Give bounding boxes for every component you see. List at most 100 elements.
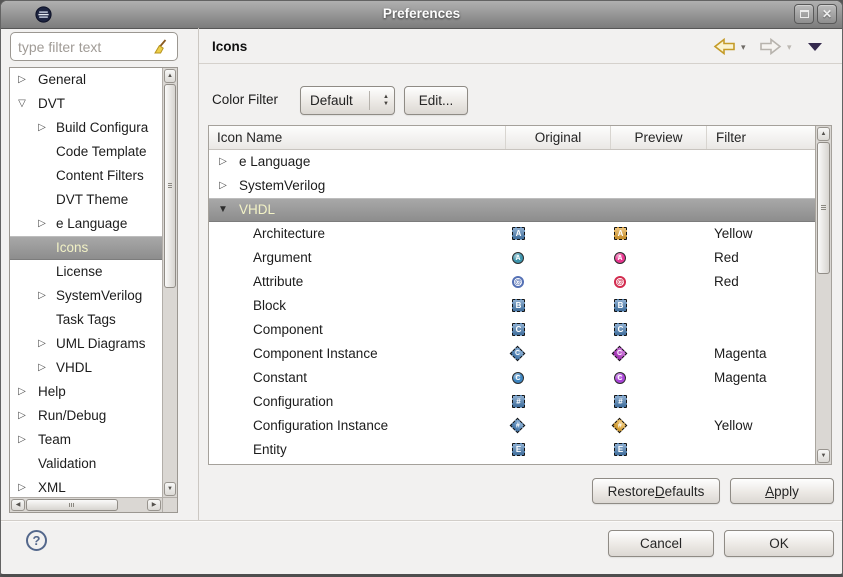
- titlebar[interactable]: Preferences ✕: [1, 1, 842, 29]
- filter-value: Magenta: [714, 366, 767, 390]
- sidebar-item-label: UML Diagrams: [56, 332, 146, 356]
- sidebar-item-run-debug[interactable]: ▷Run/Debug: [10, 404, 162, 428]
- table-row-vhdl[interactable]: ▼ VHDL: [209, 198, 815, 222]
- table-row-constant[interactable]: ConstantCCMagenta: [209, 366, 815, 390]
- chevron-down-icon[interactable]: ▾: [741, 43, 746, 52]
- cancel-button[interactable]: Cancel: [608, 530, 714, 557]
- maximize-button[interactable]: [794, 4, 814, 24]
- sidebar-item-help[interactable]: ▷Help: [10, 380, 162, 404]
- sidebar-item-license[interactable]: License: [10, 260, 162, 284]
- expanded-expander-icon[interactable]: ▼: [215, 198, 231, 222]
- chevron-down-icon: ▾: [787, 43, 792, 52]
- preferences-tree-rows: ▷ General▽DVT▷Build ConfiguraCode Templat…: [10, 68, 162, 497]
- sidebar-item-e-language[interactable]: ▷e Language: [10, 212, 162, 236]
- footer-separator: [1, 520, 842, 521]
- filter-value: Yellow: [714, 414, 753, 438]
- collapsed-expander-icon[interactable]: ▷: [14, 404, 30, 428]
- icon-name-label: Argument: [253, 246, 312, 270]
- broom-icon[interactable]: [152, 38, 169, 55]
- collapsed-expander-icon[interactable]: ▷: [34, 284, 50, 308]
- help-button[interactable]: ?: [26, 530, 47, 551]
- button-label: Restore: [608, 484, 655, 499]
- sidebar-item-systemverilog[interactable]: ▷SystemVerilog: [10, 284, 162, 308]
- sidebar-item-validation[interactable]: Validation: [10, 452, 162, 476]
- table-row-component[interactable]: ComponentCC: [209, 318, 815, 342]
- table-row-attribute[interactable]: Attribute@@Red: [209, 270, 815, 294]
- table-row-component-instance[interactable]: Component InstanceCCMagenta: [209, 342, 815, 366]
- table-vertical-scrollbar[interactable]: ▲ ▼: [815, 126, 831, 464]
- sidebar-item-code-template[interactable]: Code Template: [10, 140, 162, 164]
- icon-name-label: Component Instance: [253, 342, 378, 366]
- scrollbar-thumb[interactable]: [26, 499, 118, 511]
- icon-name-label: Block: [253, 294, 286, 318]
- ok-button[interactable]: OK: [724, 530, 834, 557]
- collapsed-expander-icon[interactable]: ▷: [34, 332, 50, 356]
- thumb-grip: [821, 205, 826, 210]
- sidebar-item-label: Validation: [38, 452, 96, 476]
- scrollbar-thumb[interactable]: [164, 84, 176, 288]
- sidebar-item-label: General: [38, 68, 86, 92]
- component-orig-icon: C: [512, 323, 525, 336]
- collapsed-expander-icon[interactable]: ▷: [34, 356, 50, 380]
- expanded-expander-icon[interactable]: ▽: [14, 92, 30, 116]
- icons-table-body: ▷e Language▷SystemVerilog▼ VHDLArchitectu…: [209, 150, 815, 464]
- table-row-configuration-instance[interactable]: Configuration Instance##Yellow: [209, 414, 815, 438]
- constant-orig-icon: C: [512, 372, 524, 384]
- table-row-entity[interactable]: EntityEE: [209, 438, 815, 462]
- collapsed-expander-icon[interactable]: ▷: [14, 380, 30, 404]
- table-row-systemverilog[interactable]: ▷SystemVerilog: [209, 174, 815, 198]
- icon-name-label: Attribute: [253, 270, 303, 294]
- color-filter-value: Default: [310, 93, 353, 108]
- group-label: VHDL: [239, 198, 275, 222]
- collapsed-expander-icon[interactable]: ▷: [34, 116, 50, 140]
- panel-divider[interactable]: [198, 28, 199, 520]
- apply-button[interactable]: Apply: [730, 478, 834, 504]
- table-row-e-language[interactable]: ▷e Language: [209, 150, 815, 174]
- sidebar-item-xml[interactable]: ▷XML: [10, 476, 162, 497]
- attribute-orig-icon: @: [512, 276, 524, 288]
- sidebar-item-icons[interactable]: Icons: [10, 236, 162, 260]
- table-row-configuration[interactable]: Configuration##: [209, 390, 815, 414]
- sidebar-item-team[interactable]: ▷Team: [10, 428, 162, 452]
- edit-button[interactable]: Edit...: [404, 86, 468, 115]
- scroll-down-icon[interactable]: ▼: [817, 449, 830, 463]
- table-row-architecture[interactable]: ArchitectureAAYellow: [209, 222, 815, 246]
- scrollbar-thumb[interactable]: [817, 142, 830, 274]
- page-title: Icons: [212, 39, 247, 54]
- table-row-block[interactable]: BlockBB: [209, 294, 815, 318]
- sidebar-item-label: Content Filters: [56, 164, 144, 188]
- scroll-up-icon[interactable]: ▲: [817, 127, 830, 141]
- color-filter-select[interactable]: Default ▲▼: [300, 86, 395, 115]
- tree-horizontal-scrollbar[interactable]: ◀ ▶: [10, 497, 162, 512]
- sidebar-item-dvt[interactable]: ▽DVT: [10, 92, 162, 116]
- collapsed-expander-icon[interactable]: ▷: [14, 476, 30, 497]
- scroll-left-icon[interactable]: ◀: [11, 499, 25, 511]
- collapsed-expander-icon[interactable]: ▷: [14, 68, 30, 92]
- sidebar-item-build-configura[interactable]: ▷Build Configura: [10, 116, 162, 140]
- sidebar-item-label: VHDL: [56, 356, 92, 380]
- back-arrow-icon[interactable]: [712, 38, 737, 55]
- restore-defaults-button[interactable]: Restore Defaults: [592, 478, 720, 504]
- preferences-tree: ▷ General▽DVT▷Build ConfiguraCode Templat…: [9, 67, 178, 513]
- sidebar-item-task-tags[interactable]: Task Tags: [10, 308, 162, 332]
- sidebar-item-uml-diagrams[interactable]: ▷UML Diagrams: [10, 332, 162, 356]
- sidebar-item-dvt-theme[interactable]: DVT Theme: [10, 188, 162, 212]
- tree-vertical-scrollbar[interactable]: ▲ ▼: [162, 68, 177, 497]
- scroll-up-icon[interactable]: ▲: [164, 69, 176, 83]
- sidebar-item-vhdl[interactable]: ▷VHDL: [10, 356, 162, 380]
- view-menu-icon[interactable]: [808, 43, 822, 51]
- collapsed-expander-icon[interactable]: ▷: [14, 428, 30, 452]
- collapsed-expander-icon[interactable]: ▷: [215, 174, 231, 198]
- table-row-argument[interactable]: ArgumentAARed: [209, 246, 815, 270]
- sidebar-item-general[interactable]: ▷ General: [10, 68, 162, 92]
- component-instance-orig-icon: C: [510, 346, 526, 362]
- sidebar-item-content-filters[interactable]: Content Filters: [10, 164, 162, 188]
- collapsed-expander-icon[interactable]: ▷: [34, 212, 50, 236]
- scroll-down-icon[interactable]: ▼: [164, 482, 176, 496]
- collapsed-expander-icon[interactable]: ▷: [215, 150, 231, 174]
- column-header-icon-name: Icon Name: [217, 126, 282, 149]
- close-button[interactable]: ✕: [817, 4, 837, 24]
- sidebar-item-label: Code Template: [56, 140, 147, 164]
- scroll-right-icon[interactable]: ▶: [147, 499, 161, 511]
- entity-orig-icon: E: [512, 443, 525, 456]
